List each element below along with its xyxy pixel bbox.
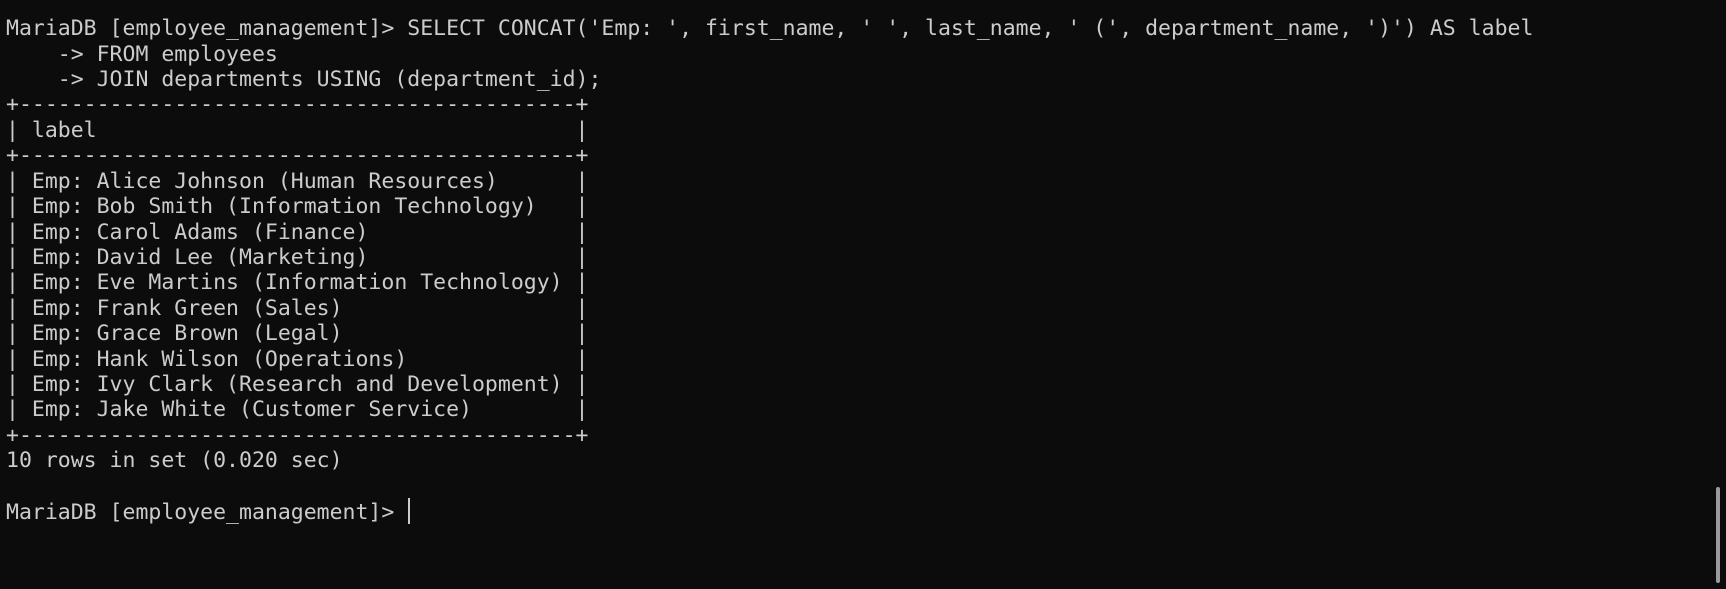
- table-border-top: +---------------------------------------…: [6, 92, 589, 117]
- table-row: | Emp: Hank Wilson (Operations) |: [6, 347, 589, 372]
- scrollbar-thumb[interactable]: [1716, 487, 1720, 583]
- table-row: | Emp: Grace Brown (Legal) |: [6, 321, 589, 346]
- command-line-select: MariaDB [employee_management]> SELECT CO…: [6, 16, 1534, 41]
- table-row: | Emp: Jake White (Customer Service) |: [6, 397, 589, 422]
- table-row: | Emp: Bob Smith (Information Technology…: [6, 194, 589, 219]
- command-line-from: -> FROM employees: [6, 42, 278, 67]
- terminal-window[interactable]: MariaDB [employee_management]> SELECT CO…: [0, 0, 1726, 589]
- table-row: | Emp: Carol Adams (Finance) |: [6, 220, 589, 245]
- result-summary: 10 rows in set (0.020 sec): [6, 448, 343, 473]
- table-row: | Emp: Alice Johnson (Human Resources) |: [6, 169, 589, 194]
- table-row: | Emp: Eve Martins (Information Technolo…: [6, 270, 589, 295]
- table-row: | Emp: Frank Green (Sales) |: [6, 296, 589, 321]
- prompt: MariaDB [employee_management]>: [6, 500, 408, 525]
- table-border-header: +---------------------------------------…: [6, 143, 589, 168]
- table-border-bottom: +---------------------------------------…: [6, 423, 589, 448]
- table-row: | Emp: David Lee (Marketing) |: [6, 245, 589, 270]
- command-line-join: -> JOIN departments USING (department_id…: [6, 67, 602, 92]
- table-header: | label |: [6, 118, 589, 143]
- table-row: | Emp: Ivy Clark (Research and Developme…: [6, 372, 589, 397]
- prompt-line[interactable]: MariaDB [employee_management]>: [6, 498, 411, 526]
- text-cursor: [408, 498, 411, 524]
